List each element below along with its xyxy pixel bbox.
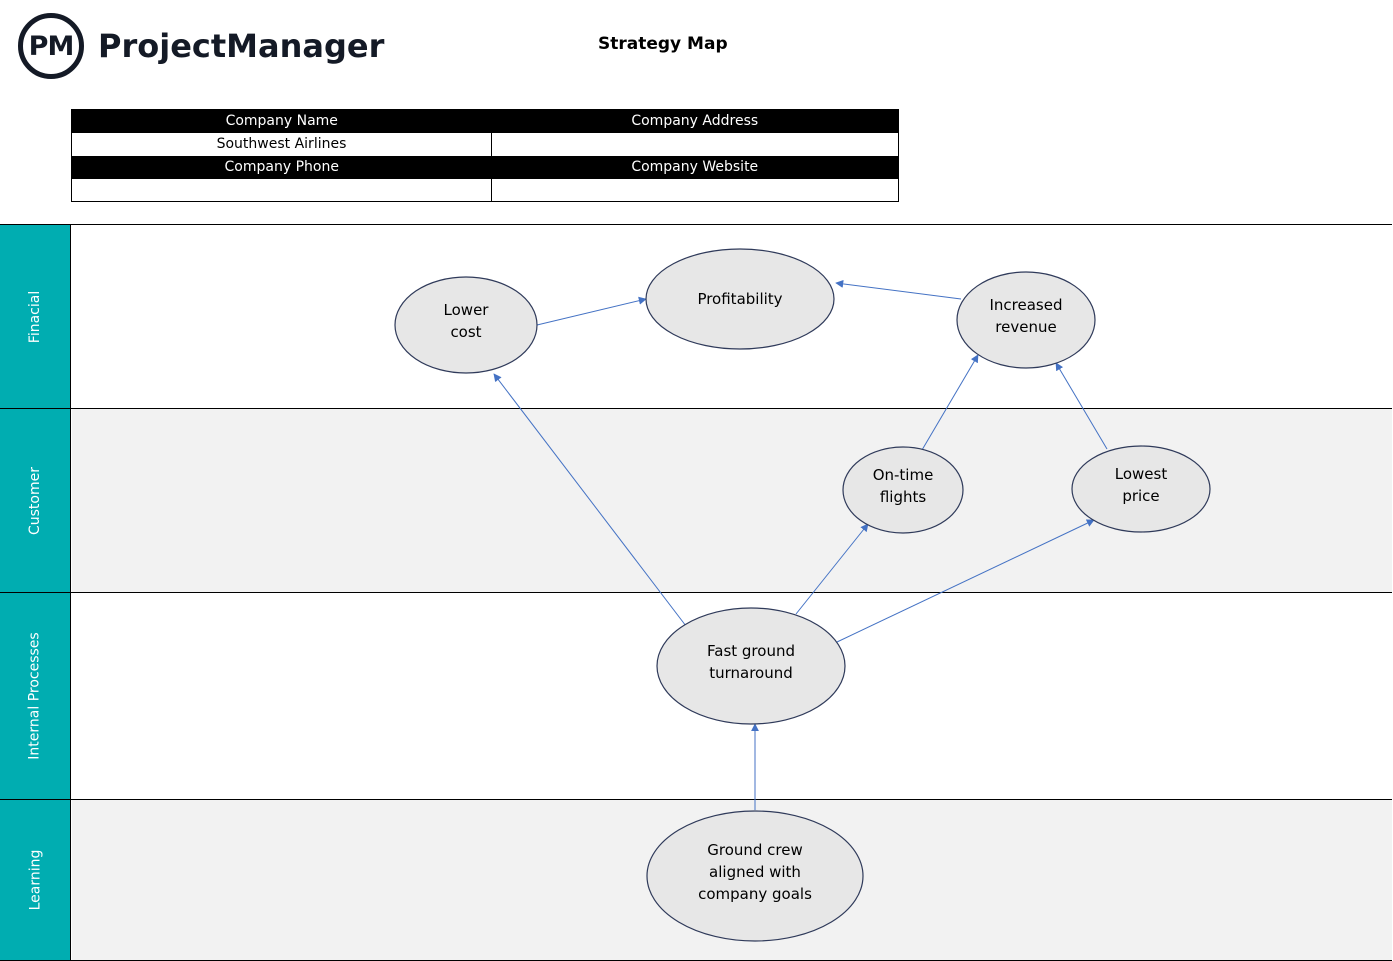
lane-learning: Learning: [0, 800, 1392, 961]
lane-label-text: Internal Processes: [27, 632, 44, 760]
lane-body: [72, 225, 1392, 408]
company-address-header: Company Address: [491, 109, 899, 133]
page-title: Strategy Map: [598, 34, 728, 54]
lane-label: Customer: [0, 409, 71, 592]
lane-body: [72, 800, 1392, 960]
company-website-header: Company Website: [491, 155, 899, 179]
company-phone-cell[interactable]: [71, 178, 492, 202]
logo-mark-text: PM: [28, 30, 75, 62]
company-website-cell[interactable]: [491, 178, 899, 202]
company-name-cell[interactable]: Southwest Airlines: [71, 132, 492, 156]
lane-customer: Customer: [0, 409, 1392, 593]
strategy-lanes: Finacial Customer Internal Processes Lea…: [0, 224, 1392, 961]
company-header-row: Company Name Company Address: [71, 109, 899, 133]
lane-financial: Finacial: [0, 225, 1392, 409]
company-header-row: Company Phone Company Website: [71, 155, 899, 179]
lane-label: Learning: [0, 800, 71, 960]
company-address-cell[interactable]: [491, 132, 899, 156]
lane-body: [72, 593, 1392, 799]
projectmanager-logo: PM ProjectManager: [18, 11, 384, 81]
lane-label: Finacial: [0, 225, 71, 408]
company-value-row: [71, 178, 899, 202]
company-phone-header: Company Phone: [71, 155, 492, 179]
lane-internal-processes: Internal Processes: [0, 593, 1392, 800]
lane-label-text: Finacial: [27, 290, 43, 343]
company-info-table: Company Name Company Address Southwest A…: [71, 109, 899, 202]
lane-label-text: Customer: [26, 466, 43, 535]
company-name-header: Company Name: [71, 109, 492, 133]
logo-text: ProjectManager: [98, 27, 385, 65]
pm-logo-icon: PM: [18, 13, 84, 79]
lane-label: Internal Processes: [0, 593, 71, 799]
lane-body: [72, 409, 1392, 592]
lane-label-text: Learning: [27, 849, 43, 911]
company-value-row: Southwest Airlines: [71, 132, 899, 156]
